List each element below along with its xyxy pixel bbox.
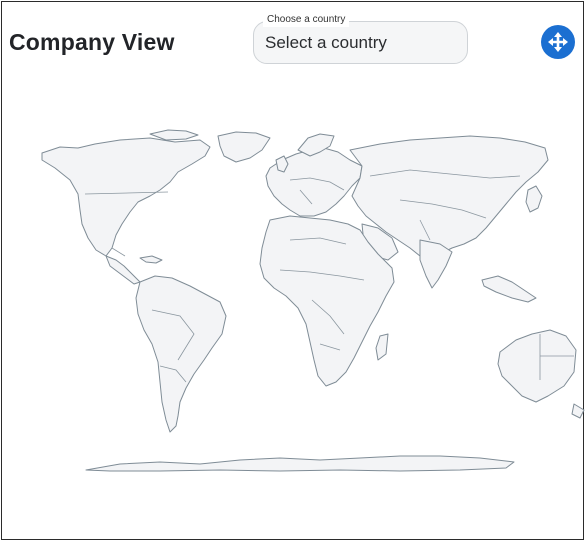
move-arrows-icon [548, 32, 568, 52]
north-america-land[interactable] [41, 137, 211, 257]
central-america-land[interactable] [105, 255, 141, 285]
antarctica-land[interactable] [85, 455, 515, 472]
southeast-asia-islands[interactable] [481, 275, 537, 303]
page-title: Company View [9, 29, 175, 55]
country-select-value: Select a country [265, 33, 387, 52]
greenland-land[interactable] [217, 131, 271, 163]
australia-land[interactable] [497, 329, 577, 403]
caribbean-land[interactable] [139, 255, 163, 264]
japan-land[interactable] [525, 185, 543, 213]
world-map[interactable] [0, 120, 587, 480]
south-america-land[interactable] [135, 275, 227, 433]
move-button[interactable] [541, 25, 575, 59]
canada-arctic-islands[interactable] [149, 129, 199, 141]
madagascar-land[interactable] [375, 333, 389, 361]
country-select-label: Choose a country [263, 13, 350, 27]
country-select[interactable]: Select a country [253, 21, 468, 64]
new-zealand-land[interactable] [571, 403, 585, 419]
